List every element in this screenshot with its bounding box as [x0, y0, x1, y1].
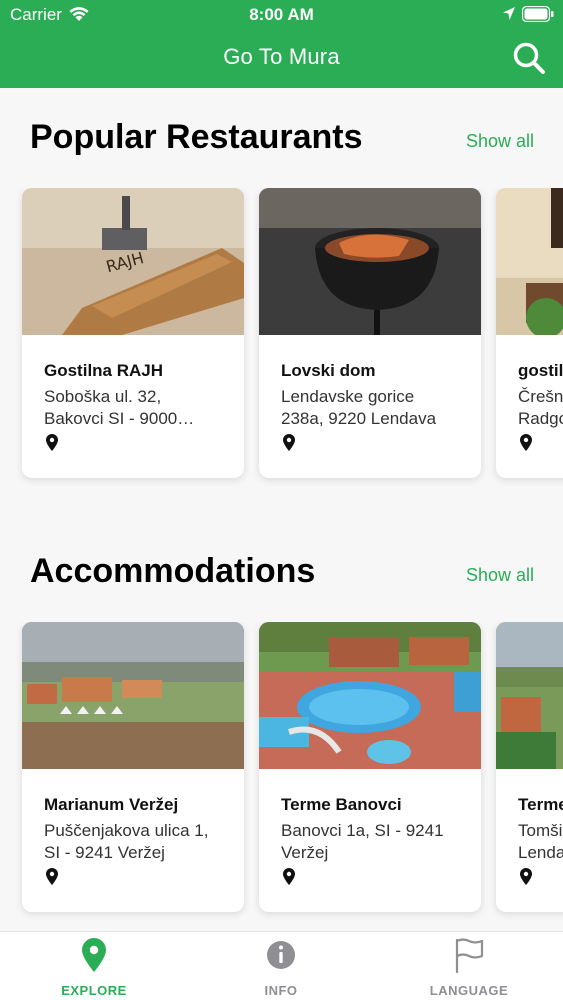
- flag-icon: [455, 938, 484, 973]
- location-pin-icon: [46, 434, 58, 451]
- bottom-tab-bar: EXPLORE INFO LANGUAGE: [0, 931, 563, 1000]
- restaurant-address: Soboška ul. 32, Bakovci SI - 9000 Murska…: [44, 387, 178, 428]
- tab-language-label: LANGUAGE: [429, 983, 509, 998]
- accommodation-card[interactable]: Terme Banovci Banovci 1a, SI - 9241 Verž…: [259, 622, 481, 912]
- restaurant-photo-image: [259, 188, 481, 335]
- accommodation-card[interactable]: Terme Lendava Tomšičeva 9220 Lendava: [496, 622, 563, 912]
- restaurant-card[interactable]: RAJH Gostilna RAJH Soboška ul. 32, Bakov…: [22, 188, 244, 478]
- status-time: 8:00 AM: [249, 5, 314, 24]
- location-pin-icon: [520, 868, 532, 885]
- restaurant-name: Lovski dom: [281, 361, 376, 380]
- show-all-accommodations-button[interactable]: Show all: [466, 565, 534, 586]
- location-arrow-icon: [503, 7, 515, 20]
- restaurant-name: Gostilna RAJH: [44, 361, 164, 380]
- tab-info[interactable]: INFO: [211, 932, 351, 1000]
- location-pin-icon: [283, 434, 295, 451]
- accommodation-photo-image: [496, 622, 563, 769]
- info-icon: [267, 941, 295, 969]
- location-pin-icon: [520, 434, 532, 451]
- restaurant-card[interactable]: gostilna Črešnjevci 9250 Gornja Radgona: [496, 188, 563, 478]
- accommodation-photo-image: [22, 622, 244, 769]
- accommodation-address: Puščenjakova ulica 1, SI - 9241 Veržej: [44, 821, 209, 862]
- location-pin-icon: [283, 868, 295, 885]
- accommodation-name: Terme Lendava: [518, 795, 563, 814]
- restaurant-address: Lendavske gorice 238a, 9220 Lendava: [281, 387, 437, 428]
- restaurant-photo-image: RAJH: [22, 188, 244, 335]
- status-bar: Carrier 8:00 AM: [0, 0, 563, 30]
- restaurant-card[interactable]: Lovski dom Lendavske gorice 238a, 9220 L…: [259, 188, 481, 478]
- accommodations-carousel[interactable]: Marianum Veržej Puščenjakova ulica 1, SI…: [0, 622, 563, 922]
- restaurant-name: gostilna: [518, 361, 563, 380]
- restaurant-address: Črešnjevci 9250 Gornja Radgona: [518, 387, 563, 428]
- accommodation-address: Banovci 1a, SI - 9241 Veržej: [281, 821, 444, 862]
- app-header: Carrier 8:00 AM Go To Mura: [0, 0, 563, 88]
- tab-language[interactable]: LANGUAGE: [399, 932, 539, 1000]
- show-all-restaurants-button[interactable]: Show all: [466, 131, 534, 152]
- search-icon[interactable]: [512, 41, 546, 75]
- accommodation-photo-image: [259, 622, 481, 769]
- accommodation-name: Terme Banovci: [281, 795, 402, 814]
- section-title-restaurants: Popular Restaurants: [30, 118, 363, 156]
- restaurants-carousel[interactable]: RAJH Gostilna RAJH Soboška ul. 32, Bakov…: [0, 188, 563, 488]
- battery-icon: [522, 6, 554, 22]
- app-title: Go To Mura: [223, 44, 340, 69]
- location-pin-icon: [46, 868, 58, 885]
- section-title-accommodations: Accommodations: [30, 552, 316, 590]
- location-pin-icon: [82, 938, 106, 972]
- tab-explore[interactable]: EXPLORE: [24, 932, 164, 1000]
- tab-explore-label: EXPLORE: [61, 983, 127, 998]
- tab-info-label: INFO: [264, 983, 298, 998]
- accommodation-name: Marianum Veržej: [44, 795, 179, 814]
- restaurant-photo-image: [496, 188, 563, 335]
- accommodation-card[interactable]: Marianum Veržej Puščenjakova ulica 1, SI…: [22, 622, 244, 912]
- accommodation-address: Tomšičeva 9220 Lendava: [518, 821, 563, 862]
